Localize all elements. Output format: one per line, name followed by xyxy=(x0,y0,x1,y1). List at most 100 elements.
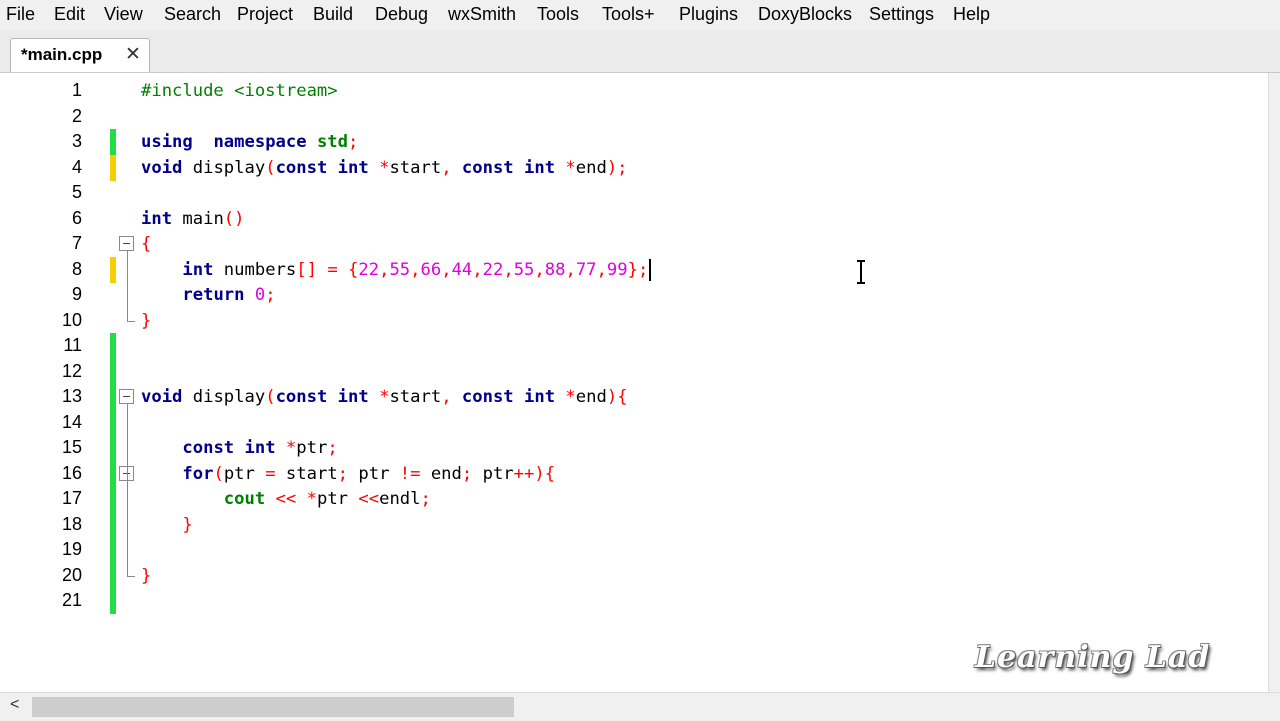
token-text: ptr xyxy=(296,438,328,458)
token-num: 55 xyxy=(513,259,535,280)
chevron-left-icon[interactable]: < xyxy=(10,696,19,714)
menu-settings[interactable]: Settings xyxy=(869,4,934,25)
saved-change-marker xyxy=(110,333,116,359)
code-text: int main() xyxy=(141,208,245,230)
menu-view[interactable]: View xyxy=(104,4,143,25)
token-op: << xyxy=(358,489,380,509)
code-editor[interactable]: 1 #include <iostream> 2 3 using namespace st… xyxy=(0,73,1280,692)
menu-edit[interactable]: Edit xyxy=(54,4,85,25)
token-kw: int xyxy=(337,387,369,407)
token-op: { xyxy=(348,259,359,280)
token-kw: const xyxy=(275,387,328,407)
menu-build[interactable]: Build xyxy=(313,4,353,25)
line-number: 9 xyxy=(71,284,82,304)
code-line[interactable]: 18 } xyxy=(0,511,1268,538)
saved-change-marker xyxy=(110,358,116,385)
scroll-thumb[interactable] xyxy=(32,697,514,717)
token-op: ; xyxy=(265,285,276,305)
token-text: endl xyxy=(379,489,421,509)
menu-project[interactable]: Project xyxy=(237,4,293,25)
code-line[interactable]: 1 #include <iostream> xyxy=(0,78,1268,103)
menu-file[interactable]: File xyxy=(6,4,35,25)
line-number: 11 xyxy=(63,335,82,355)
token-text: main xyxy=(172,208,224,229)
fold-minus-icon[interactable] xyxy=(119,389,134,404)
token-num: 44 xyxy=(451,259,473,280)
fold-guide-line xyxy=(127,404,128,576)
line-number: 12 xyxy=(61,360,82,381)
token-op: = xyxy=(327,259,338,280)
code-line[interactable]: 13 void display(const int *start, const i… xyxy=(0,384,1268,410)
code-line[interactable]: 7{ xyxy=(0,231,1268,256)
token-kw: const xyxy=(461,157,514,178)
menu-bar: File Edit View Search Project Build Debug wxSmi… xyxy=(0,0,1280,30)
code-text: void display(const int *start, const int… xyxy=(141,386,628,408)
tab-strip: *main.cpp ✕ xyxy=(0,30,1280,73)
tab-main-cpp[interactable]: *main.cpp ✕ xyxy=(10,38,150,72)
menu-tools[interactable]: Tools xyxy=(537,4,579,25)
unsaved-change-marker xyxy=(110,154,116,181)
code-line[interactable]: 12 xyxy=(0,358,1268,385)
line-number: 21 xyxy=(61,590,82,610)
token-op: [] xyxy=(296,259,317,280)
line-number: 16 xyxy=(61,462,82,483)
token-text: end xyxy=(575,387,607,407)
code-line[interactable]: 15 const int *ptr; xyxy=(0,435,1268,461)
line-number: 19 xyxy=(61,539,82,559)
menu-debug[interactable]: Debug xyxy=(375,4,428,25)
code-line[interactable]: 10} xyxy=(0,308,1268,333)
token-kw: for xyxy=(182,463,214,484)
token-kw: void xyxy=(141,157,183,178)
token-kw: return xyxy=(182,285,245,305)
code-line[interactable]: 19 xyxy=(0,537,1268,563)
saved-change-marker xyxy=(110,435,116,461)
token-num: 22 xyxy=(358,259,380,280)
close-icon[interactable]: ✕ xyxy=(125,43,141,66)
token-op: () xyxy=(223,208,245,229)
token-text: start xyxy=(389,387,442,407)
menu-plugins[interactable]: Plugins xyxy=(679,4,738,25)
code-line[interactable]: 14 xyxy=(0,409,1268,436)
token-op: , xyxy=(565,259,576,280)
menu-help[interactable]: Help xyxy=(953,4,990,25)
code-line[interactable]: 16 for(ptr = start; ptr != end; ptr++){ xyxy=(0,460,1268,487)
code-line[interactable]: 6 int main() xyxy=(0,206,1268,231)
code-line[interactable]: 4 void display(const int *start, const in… xyxy=(0,154,1268,181)
menu-wxsmith[interactable]: wxSmith xyxy=(448,4,516,25)
code-line[interactable]: 11 xyxy=(0,333,1268,359)
code-line[interactable]: 2 xyxy=(0,104,1268,129)
code-line[interactable]: 20} xyxy=(0,562,1268,589)
code-line[interactable]: 3 using namespace std; xyxy=(0,129,1268,155)
menu-search[interactable]: Search xyxy=(164,4,221,25)
code-line[interactable]: 21 xyxy=(0,588,1268,614)
menu-doxyblocks[interactable]: DoxyBlocks xyxy=(758,4,852,25)
code-text: cout << *ptr <<endl; xyxy=(141,488,431,510)
saved-change-marker xyxy=(110,384,116,410)
saved-change-marker xyxy=(110,537,116,563)
code-line[interactable]: 5 xyxy=(0,180,1268,205)
menu-tools[interactable]: Tools+ xyxy=(602,4,655,25)
code-line[interactable]: 8 int numbers[] = {22,55,66,44,22,55,88,… xyxy=(0,256,1268,283)
fold-minus-icon[interactable] xyxy=(119,236,134,251)
horizontal-scrollbar[interactable]: < xyxy=(0,692,1280,721)
vertical-scrollbar[interactable] xyxy=(1268,73,1280,692)
text-caret xyxy=(649,258,652,281)
token-op: * xyxy=(379,387,390,407)
token-op: , xyxy=(534,259,545,280)
code-line[interactable]: 17 cout << *ptr <<endl; xyxy=(0,486,1268,512)
token-op: * xyxy=(306,489,317,509)
code-line[interactable]: 9 return 0; xyxy=(0,282,1268,307)
